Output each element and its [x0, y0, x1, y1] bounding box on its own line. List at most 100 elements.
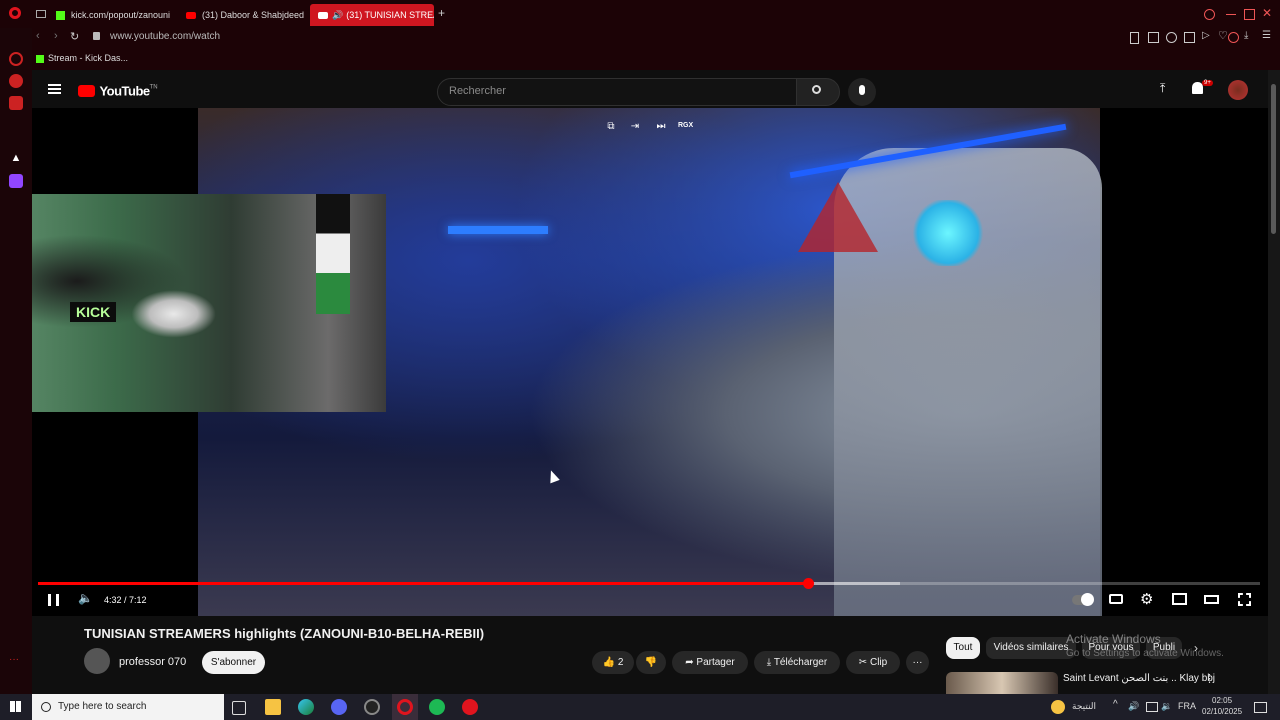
flag-poster: [316, 194, 350, 314]
clip-label: Clip: [869, 657, 888, 668]
minimize-icon[interactable]: [1226, 14, 1236, 15]
popout-icon[interactable]: ⧉: [604, 120, 618, 134]
dislike-button[interactable]: 👎: [636, 651, 666, 674]
forward-icon[interactable]: ›: [54, 30, 58, 42]
more-vert-icon[interactable]: ⋮: [1204, 672, 1215, 685]
progress-bar[interactable]: [38, 578, 1260, 589]
video-title: TUNISIAN STREAMERS highlights (ZANOUNI-B…: [84, 626, 485, 641]
skip-forward-icon[interactable]: ⏭: [654, 120, 668, 134]
autoplay-toggle[interactable]: [1072, 593, 1094, 606]
more-actions-button[interactable]: ···: [906, 651, 929, 674]
new-tab-button[interactable]: +: [438, 6, 445, 20]
chip-all[interactable]: Tout: [946, 637, 980, 659]
youtube-favicon-icon: [318, 12, 328, 20]
edge-icon[interactable]: [298, 699, 314, 715]
url-field[interactable]: www.youtube.com/watch: [110, 31, 220, 42]
subtitles-icon[interactable]: [1109, 594, 1123, 604]
share-button[interactable]: ➦ Partager: [672, 651, 748, 674]
hamburger-menu-icon[interactable]: [48, 84, 61, 94]
recommended-video[interactable]: Saint Levant بنت الصحن .. Klay bbj ⋮: [946, 672, 1266, 694]
workspaces-icon[interactable]: [36, 10, 46, 18]
led-strip: [448, 226, 548, 234]
youtube-logo[interactable]: YouTubeTN: [78, 82, 158, 100]
network-icon[interactable]: [1146, 702, 1158, 712]
opera-taskbar-icon[interactable]: [392, 694, 418, 720]
adblock-icon[interactable]: [1166, 32, 1177, 43]
spotify-icon[interactable]: [429, 699, 445, 715]
tab-kick[interactable]: kick.com/popout/zanouni: [56, 4, 174, 26]
voice-search-button[interactable]: [848, 78, 876, 106]
messenger-icon[interactable]: [9, 74, 23, 88]
tab-search-icon[interactable]: [1204, 9, 1215, 20]
sidebar-more-icon[interactable]: ···: [9, 654, 23, 668]
snapshot-icon[interactable]: [1148, 32, 1159, 43]
overlay-label[interactable]: RGX: [678, 122, 693, 129]
speaker-icon[interactable]: 🔊: [332, 10, 343, 20]
bookmark-label: Stream - Kick Das...: [48, 53, 129, 63]
search-button[interactable]: [796, 78, 840, 106]
fullscreen-icon[interactable]: [1238, 593, 1251, 606]
reload-icon[interactable]: ↻: [70, 30, 79, 43]
profile-icon[interactable]: [1228, 32, 1239, 43]
channel-name[interactable]: professor 070: [119, 656, 186, 668]
favorites-icon[interactable]: ♡: [1218, 29, 1228, 42]
youtube-sidebar-icon[interactable]: [9, 96, 23, 110]
subscribe-button[interactable]: S'abonner: [202, 651, 265, 674]
avatar[interactable]: [1228, 80, 1248, 100]
taskbar-search-input[interactable]: Type here to search: [32, 694, 224, 720]
weather-icon[interactable]: [1051, 700, 1065, 714]
aria-icon[interactable]: [9, 52, 23, 66]
kick-sidebar-icon[interactable]: ▲: [9, 152, 23, 166]
windows-start-icon[interactable]: [10, 701, 21, 712]
task-view-icon[interactable]: [232, 701, 246, 715]
search-icon: [41, 702, 51, 712]
chip-similar[interactable]: Vidéos similaires: [986, 637, 1076, 659]
page-scrollbar[interactable]: [1268, 70, 1280, 694]
back-icon[interactable]: ‹: [36, 30, 40, 42]
tab-youtube-daboor[interactable]: (31) Daboor & Shabjdeed: [186, 4, 306, 26]
share-icon: ➦: [685, 657, 697, 668]
scrollbar-thumb[interactable]: [1271, 84, 1276, 234]
opera-logo-icon[interactable]: [9, 7, 21, 19]
settings-gear-icon[interactable]: ⚙: [1140, 590, 1153, 608]
bookmark-stream-kick[interactable]: Stream - Kick Das...: [36, 53, 128, 63]
search-input[interactable]: Rechercher: [437, 78, 799, 106]
tray-chevron-up-icon[interactable]: ^: [1113, 699, 1118, 710]
crypto-wallet-icon[interactable]: [1184, 32, 1195, 43]
player-icon[interactable]: ▷: [1202, 30, 1210, 41]
file-explorer-icon[interactable]: [265, 699, 281, 715]
miniplayer-icon[interactable]: [1172, 593, 1187, 605]
download-button[interactable]: ⤓ Télécharger: [754, 651, 840, 674]
volume-icon[interactable]: 🔈: [78, 591, 93, 605]
twitch-icon[interactable]: [9, 174, 23, 188]
theater-mode-icon[interactable]: [1204, 595, 1219, 604]
easy-setup-icon[interactable]: ☰: [1262, 30, 1271, 41]
opera-gx-icon[interactable]: [462, 699, 478, 715]
taskbar-search-placeholder: Type here to search: [58, 701, 147, 712]
notification-center-icon[interactable]: [1254, 702, 1267, 713]
maximize-icon[interactable]: [1244, 9, 1255, 20]
audio-tray-icon[interactable]: 🔊: [1128, 701, 1139, 712]
chrome-icon[interactable]: [364, 699, 380, 715]
recommended-title[interactable]: Saint Levant بنت الصحن .. Klay bbj: [1063, 673, 1215, 684]
clock-date[interactable]: 02/10/2025: [1202, 707, 1242, 716]
clip-button[interactable]: ✂ Clip: [846, 651, 900, 674]
youtube-header: YouTubeTN Rechercher ⤒ 9+: [32, 70, 1268, 110]
exit-icon[interactable]: ⇥: [628, 120, 642, 134]
discord-icon[interactable]: [331, 699, 347, 715]
like-button[interactable]: 👍 2: [592, 651, 634, 674]
bookmarks-bar: Stream - Kick Das...: [32, 48, 1280, 70]
upload-icon[interactable]: ⤒: [1160, 81, 1165, 96]
weather-label[interactable]: النتيجة: [1072, 701, 1096, 712]
downloads-icon[interactable]: ⤓: [1244, 30, 1248, 41]
recommended-thumbnail[interactable]: [946, 672, 1058, 694]
video-player[interactable]: KICK ⧉ ⇥ ⏭ RGX 🔈 4:32 / 7:12 ⚙: [32, 108, 1268, 616]
volume-tray-icon[interactable]: 🔉: [1161, 701, 1172, 712]
pause-icon[interactable]: [48, 594, 59, 606]
bookmark-icon[interactable]: [1130, 32, 1139, 44]
language-indicator[interactable]: FRA: [1178, 701, 1196, 711]
clock-time[interactable]: 02:05: [1212, 696, 1232, 705]
close-icon[interactable]: ✕: [1262, 6, 1272, 20]
tab-youtube-tunisian[interactable]: 🔊 (31) TUNISIAN STREA: [310, 4, 434, 26]
channel-avatar[interactable]: [84, 648, 110, 674]
